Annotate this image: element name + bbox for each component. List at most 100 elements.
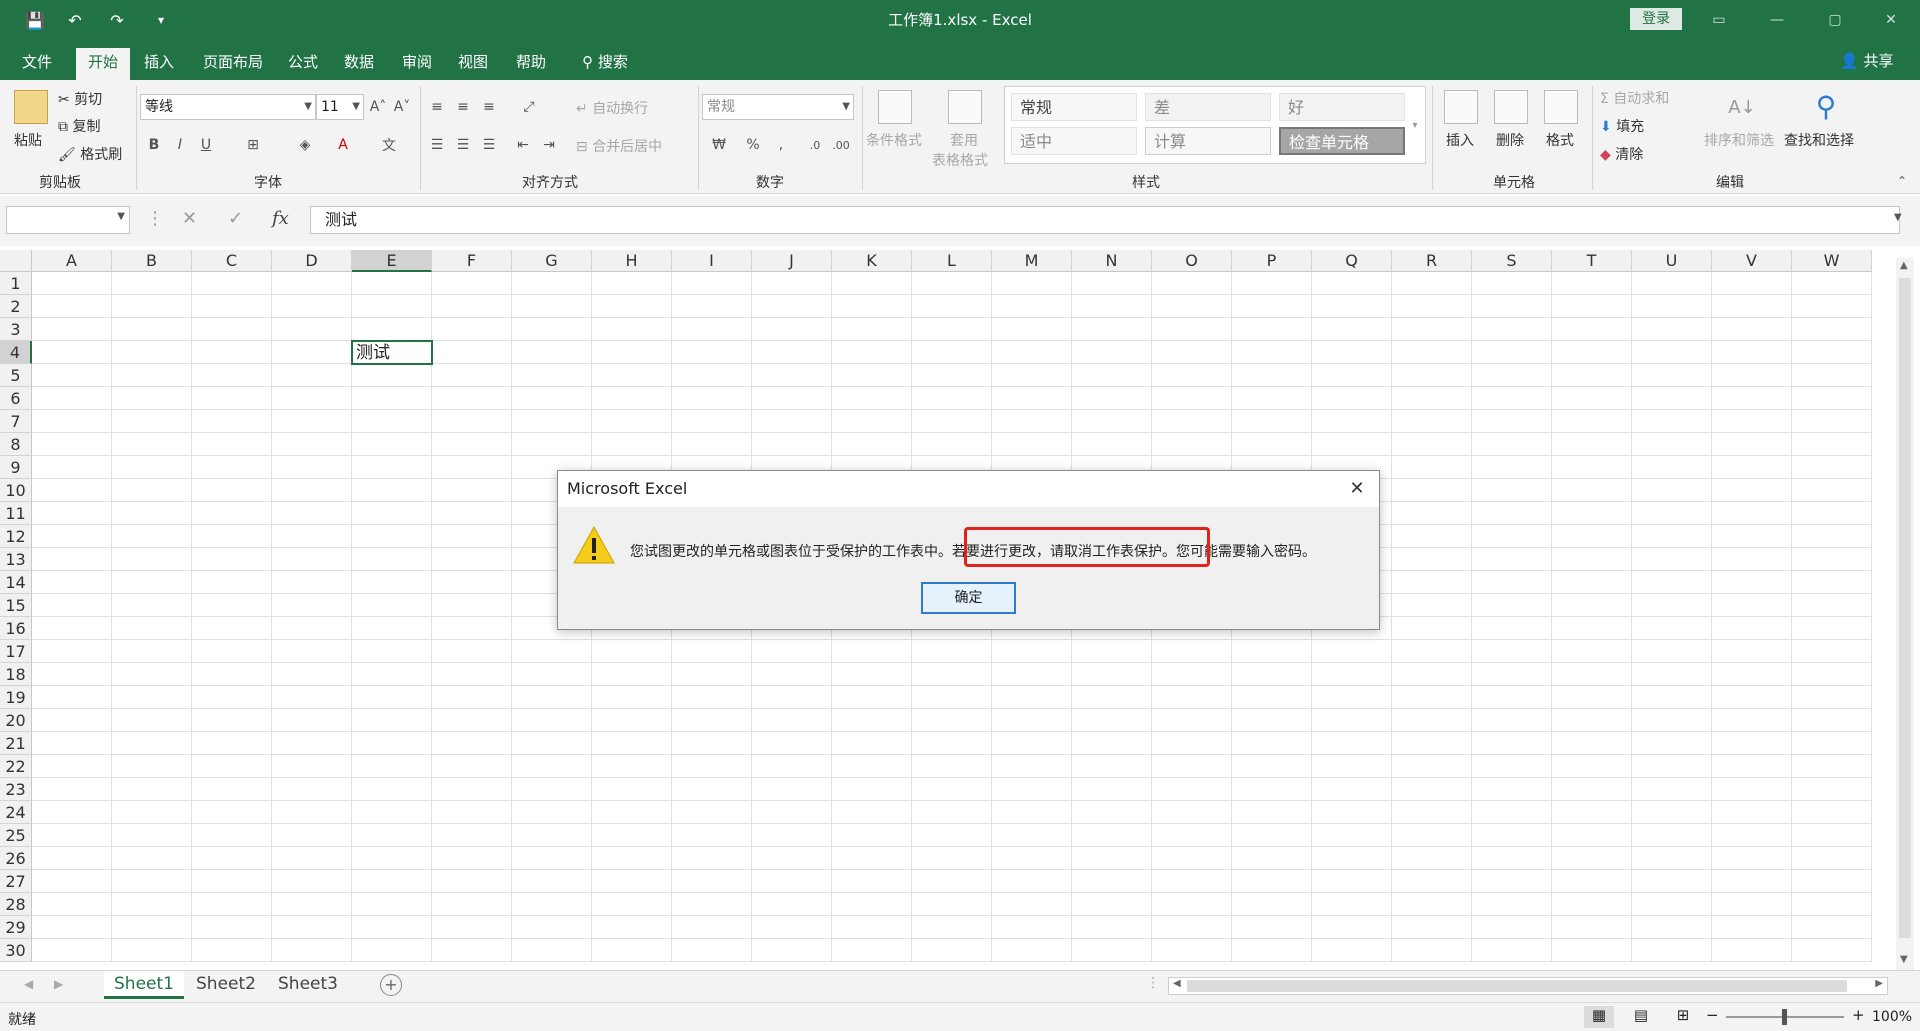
scroll-up-icon[interactable]: ▲ — [1900, 260, 1908, 271]
column-header[interactable]: W — [1792, 250, 1872, 272]
column-header[interactable]: H — [592, 250, 672, 272]
row-header[interactable]: 8 — [0, 433, 32, 456]
font-name-combo[interactable]: 等线 ▼ — [140, 94, 316, 120]
font-size-combo[interactable]: 11 ▼ — [316, 94, 364, 120]
minimize-icon[interactable]: — — [1754, 0, 1800, 40]
column-header[interactable]: L — [912, 250, 992, 272]
style-calculation[interactable]: 计算 — [1145, 127, 1271, 155]
decrease-indent-icon[interactable]: ⇤ — [512, 132, 534, 158]
column-header[interactable]: V — [1712, 250, 1792, 272]
gallery-scroll-icon[interactable]: ▾ — [1406, 86, 1424, 164]
row-header[interactable]: 12 — [0, 525, 32, 548]
accounting-format-icon[interactable]: ₩ — [706, 132, 732, 158]
scroll-thumb[interactable] — [1899, 278, 1911, 938]
confirm-entry-icon[interactable]: ✓ — [228, 208, 243, 229]
scroll-thumb[interactable] — [1187, 980, 1847, 992]
sheet-tab-3[interactable]: Sheet3 — [268, 971, 348, 999]
insert-function-icon[interactable]: fx — [272, 208, 289, 229]
style-bad[interactable]: 差 — [1145, 93, 1271, 121]
clear-button[interactable]: ◆ 清除 — [1600, 144, 1643, 164]
column-header[interactable]: D — [272, 250, 352, 272]
save-icon[interactable]: 💾 — [22, 8, 48, 32]
style-check-cell[interactable]: 检查单元格 — [1279, 127, 1405, 155]
row-header[interactable]: 18 — [0, 663, 32, 686]
row-header[interactable]: 28 — [0, 893, 32, 916]
page-layout-view-icon[interactable]: ▤ — [1626, 1006, 1656, 1028]
align-top-icon[interactable]: ≡ — [426, 94, 448, 120]
align-middle-icon[interactable]: ≡ — [452, 94, 474, 120]
italic-icon[interactable]: I — [170, 132, 190, 158]
tab-view[interactable]: 视图 — [452, 48, 494, 80]
increase-font-icon[interactable]: A˄ — [368, 94, 388, 120]
row-header[interactable]: 10 — [0, 479, 32, 502]
row-header[interactable]: 16 — [0, 617, 32, 640]
collapse-ribbon-icon[interactable]: ⌃ — [1892, 172, 1912, 190]
row-header[interactable]: 15 — [0, 594, 32, 617]
row-header[interactable]: 26 — [0, 847, 32, 870]
zoom-out-icon[interactable]: − — [1706, 1006, 1719, 1024]
row-header[interactable]: 25 — [0, 824, 32, 847]
row-header[interactable]: 4 — [0, 341, 32, 364]
row-header[interactable]: 17 — [0, 640, 32, 663]
column-header[interactable]: R — [1392, 250, 1472, 272]
row-header[interactable]: 5 — [0, 364, 32, 387]
row-header[interactable]: 27 — [0, 870, 32, 893]
orientation-icon[interactable]: ⤢ — [514, 94, 544, 120]
sheet-tab-1[interactable]: Sheet1 — [104, 971, 184, 999]
column-header[interactable]: U — [1632, 250, 1712, 272]
ok-button[interactable]: 确定 — [921, 582, 1016, 614]
font-color-icon[interactable]: A — [330, 132, 356, 158]
prev-sheet-icon[interactable]: ◀ — [24, 977, 33, 991]
sheet-tab-2[interactable]: Sheet2 — [186, 971, 266, 999]
row-header[interactable]: 14 — [0, 571, 32, 594]
copy-button[interactable]: ⧉ 复制 — [58, 116, 100, 136]
format-painter-button[interactable]: 🖌 格式刷 — [58, 144, 122, 164]
column-header[interactable]: N — [1072, 250, 1152, 272]
row-header[interactable]: 20 — [0, 709, 32, 732]
chevron-down-icon[interactable]: ▼ — [352, 95, 360, 119]
sort-filter-icon[interactable]: A↓ — [1722, 90, 1762, 124]
column-header[interactable]: A — [32, 250, 112, 272]
style-normal[interactable]: 常规 — [1011, 93, 1137, 121]
column-header[interactable]: O — [1152, 250, 1232, 272]
paste-icon[interactable] — [14, 90, 48, 124]
column-header[interactable]: P — [1232, 250, 1312, 272]
search-button[interactable]: ⚲ 搜索 — [572, 48, 638, 80]
insert-cells-icon[interactable] — [1444, 90, 1478, 124]
name-box[interactable]: ▼ — [6, 206, 130, 234]
row-header[interactable]: 29 — [0, 916, 32, 939]
delete-cells-button[interactable]: 删除 — [1496, 130, 1524, 150]
sort-filter-button[interactable]: 排序和筛选 — [1704, 130, 1774, 150]
tab-formulas[interactable]: 公式 — [282, 48, 324, 80]
tab-home[interactable]: 开始 — [76, 48, 130, 80]
fill-color-icon[interactable]: ◈ — [292, 132, 318, 158]
row-header[interactable]: 2 — [0, 295, 32, 318]
zoom-slider-thumb[interactable] — [1782, 1009, 1787, 1025]
tab-help[interactable]: 帮助 — [510, 48, 552, 80]
row-header[interactable]: 30 — [0, 939, 32, 962]
share-button[interactable]: 👤 共享 — [1840, 50, 1893, 71]
chevron-down-icon[interactable]: ▼ — [842, 95, 850, 119]
magnifier-icon[interactable]: ⚲ — [1806, 86, 1846, 126]
column-header[interactable]: I — [672, 250, 752, 272]
table-format-line2[interactable]: 表格格式 — [932, 150, 988, 170]
decrease-decimal-icon[interactable]: .00 — [830, 132, 852, 158]
row-header[interactable]: 1 — [0, 272, 32, 295]
row-header[interactable]: 22 — [0, 755, 32, 778]
style-good[interactable]: 好 — [1279, 93, 1405, 121]
split-handle-icon[interactable]: ⋮ — [1146, 975, 1160, 991]
bold-icon[interactable]: B — [144, 132, 164, 158]
align-center-icon[interactable]: ☰ — [452, 132, 474, 158]
expand-formula-icon[interactable]: ▼ — [1894, 212, 1902, 223]
format-cells-icon[interactable] — [1544, 90, 1578, 124]
tab-review[interactable]: 审阅 — [396, 48, 438, 80]
row-header[interactable]: 21 — [0, 732, 32, 755]
ribbon-display-icon[interactable]: ▭ — [1696, 0, 1742, 40]
chevron-down-icon[interactable]: ▼ — [304, 95, 312, 119]
row-header[interactable]: 6 — [0, 387, 32, 410]
underline-icon[interactable]: U — [196, 132, 216, 158]
customize-toolbar-icon[interactable]: ▾ — [148, 8, 174, 32]
redo-icon[interactable]: ↷ — [104, 8, 130, 32]
page-break-view-icon[interactable]: ⊞ — [1668, 1006, 1698, 1028]
align-left-icon[interactable]: ☰ — [426, 132, 448, 158]
